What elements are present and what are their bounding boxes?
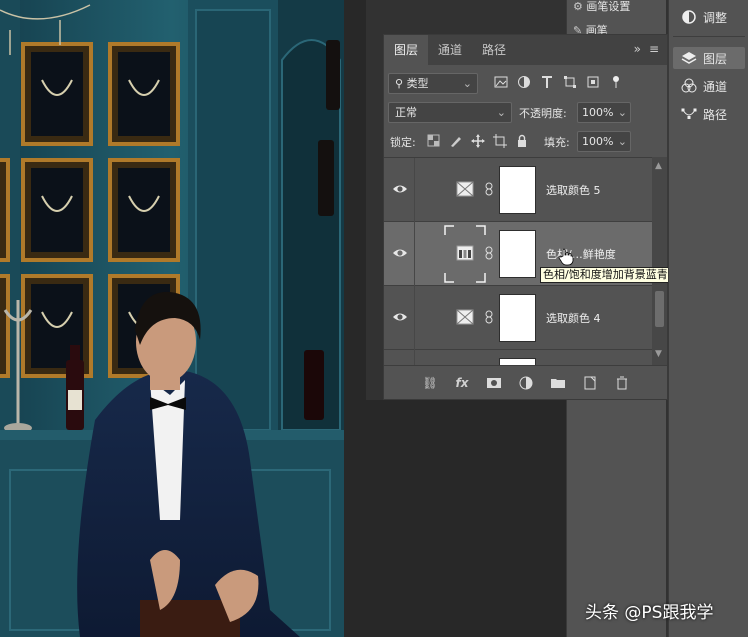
panel-menu-icon[interactable]: ≡ <box>649 42 659 56</box>
fill-label: 填充: <box>544 136 570 149</box>
chevron-down-icon: ⌄ <box>462 77 472 90</box>
link-chain-icon[interactable] <box>485 182 493 196</box>
eye-icon[interactable] <box>392 246 408 260</box>
fx-icon[interactable]: fx <box>454 375 470 391</box>
link-chain-icon[interactable] <box>485 246 493 260</box>
dock-label: 路径 <box>703 107 728 122</box>
eye-icon[interactable] <box>392 310 408 324</box>
lock-pixels-icon[interactable] <box>449 134 463 148</box>
chevron-down-icon: ⌄ <box>617 106 627 119</box>
selective-color-icon <box>456 181 474 197</box>
photo-image <box>0 0 344 637</box>
layer-row[interactable]: 选取颜色 4 <box>384 286 652 350</box>
layer-row-partial[interactable] <box>384 350 652 365</box>
panel-tabs: 图层 通道 路径 » ≡ <box>384 35 667 65</box>
group-icon[interactable] <box>550 375 566 391</box>
type-filter-icon[interactable] <box>540 75 554 89</box>
scroll-up-icon[interactable]: ▲ <box>655 161 662 171</box>
lock-position-icon[interactable] <box>471 134 485 148</box>
dock-label: 通道 <box>703 79 728 94</box>
shape-filter-icon[interactable] <box>563 75 577 89</box>
search-icon: ⚲ <box>395 77 404 90</box>
fill-field[interactable]: 100% ⌄ <box>577 131 631 152</box>
brush-panel-stub: ⚙ 画笔设置 ✎ 画笔 <box>566 0 666 37</box>
adjustment-filter-icon[interactable] <box>517 75 531 89</box>
workspace-gap <box>344 0 366 637</box>
lock-artboard-icon[interactable] <box>493 134 507 148</box>
hue-saturation-icon <box>456 245 474 261</box>
layer-mask-thumbnail[interactable] <box>499 230 536 278</box>
brush-settings-label: 画笔设置 <box>586 0 631 13</box>
layers-panel-footer: ⛓ fx <box>384 365 667 399</box>
eye-separator <box>414 286 415 350</box>
selective-color-icon <box>456 309 474 325</box>
panel-menu: » ≡ <box>634 42 659 56</box>
new-layer-icon[interactable] <box>582 375 598 391</box>
filter-toggle-icon[interactable] <box>609 75 623 89</box>
right-dock: 调整 图层 通道 路径 <box>668 0 748 637</box>
eye-separator <box>414 158 415 222</box>
scroll-down-icon[interactable]: ▼ <box>655 349 662 359</box>
adjustment-icon[interactable] <box>518 375 534 391</box>
layers-panel: 图层 通道 路径 » ≡ ⚲ 类型 ⌄ 正常 ⌄ 不透明度: 100% ⌄ 锁定… <box>383 34 668 400</box>
layer-mask-thumbnail[interactable] <box>499 166 536 214</box>
tab-paths[interactable]: 路径 <box>472 35 516 65</box>
trash-icon[interactable] <box>614 375 630 391</box>
layers-icon <box>681 52 697 64</box>
dock-item-adjustments[interactable]: 调整 <box>673 6 745 28</box>
layer-list-scrollbar[interactable]: ▲ ▼ <box>652 157 667 365</box>
collapse-icon[interactable]: » <box>634 42 641 56</box>
lock-label: 锁定: <box>390 136 416 149</box>
channels-icon <box>681 78 697 93</box>
eye-separator <box>414 222 415 286</box>
chevron-down-icon: ⌄ <box>496 106 506 119</box>
chevron-down-icon: ⌄ <box>617 135 627 148</box>
lock-transparent-icon[interactable] <box>427 134 441 148</box>
brush-settings-item[interactable]: ⚙ 画笔设置 <box>573 0 630 14</box>
layer-name[interactable]: 选取颜色 5 <box>546 182 601 198</box>
filter-icons <box>494 75 623 89</box>
scroll-thumb[interactable] <box>655 291 664 327</box>
layer-filter-select[interactable]: ⚲ 类型 ⌄ <box>388 73 478 94</box>
dock-item-paths[interactable]: 路径 <box>673 103 745 125</box>
dock-separator <box>673 36 745 37</box>
fill-value: 100% <box>582 135 614 148</box>
footer-icons: ⛓ fx <box>422 375 630 391</box>
layer-name[interactable]: 色相/…鲜艳度 <box>546 246 616 262</box>
eye-separator <box>414 350 415 365</box>
watermark: 头条 @PS跟我学 <box>585 603 714 623</box>
mask-icon[interactable] <box>486 375 502 391</box>
opacity-label: 不透明度: <box>519 107 567 120</box>
eye-icon[interactable] <box>392 182 408 196</box>
layer-mask-thumbnail[interactable] <box>499 358 536 365</box>
blend-mode-select[interactable]: 正常 ⌄ <box>388 102 512 123</box>
link-chain-icon[interactable] <box>485 310 493 324</box>
lock-all-icon[interactable] <box>515 134 529 148</box>
dock-label: 调整 <box>703 10 728 25</box>
adjustments-icon <box>682 10 696 24</box>
hand-cursor-icon <box>558 248 574 266</box>
dock-label: 图层 <box>703 51 728 66</box>
layer-row[interactable]: 选取颜色 5 <box>384 158 652 222</box>
layer-mask-thumbnail[interactable] <box>499 294 536 342</box>
paths-icon <box>681 108 697 119</box>
brush-settings-icon: ⚙ <box>573 0 583 13</box>
smart-object-filter-icon[interactable] <box>586 75 600 89</box>
tab-layers[interactable]: 图层 <box>384 35 429 65</box>
opacity-field[interactable]: 100% ⌄ <box>577 102 631 123</box>
photo-canvas[interactable] <box>0 0 344 637</box>
layer-name[interactable]: 选取颜色 4 <box>546 310 601 326</box>
blend-mode-value: 正常 <box>395 106 417 119</box>
tab-channels[interactable]: 通道 <box>428 35 472 65</box>
layer-list: 选取颜色 5 色相/…鲜艳度 选取颜色 4 <box>384 157 652 365</box>
workspace-gap-lower <box>366 400 566 637</box>
dock-item-layers[interactable]: 图层 <box>673 47 745 69</box>
link-icon[interactable]: ⛓ <box>422 375 438 391</box>
dock-item-channels[interactable]: 通道 <box>673 75 745 97</box>
image-filter-icon[interactable] <box>494 75 508 89</box>
opacity-value: 100% <box>582 106 614 119</box>
lock-icons <box>427 134 529 148</box>
layer-filter-label: 类型 <box>406 77 429 90</box>
